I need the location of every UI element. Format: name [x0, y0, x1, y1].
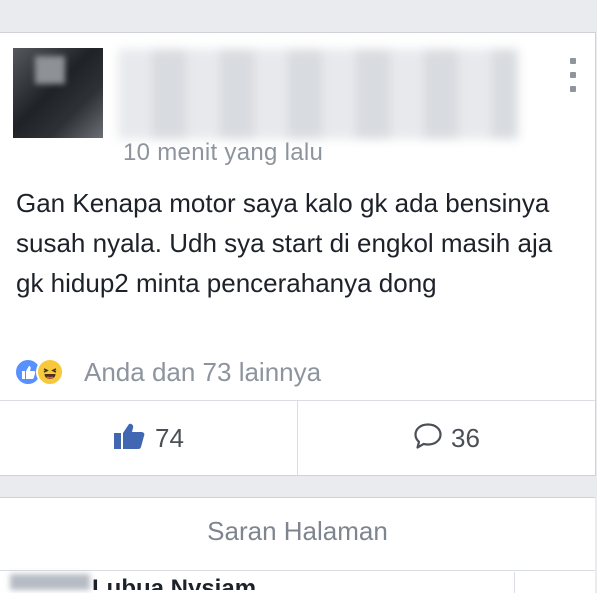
suggested-page-name[interactable]: Lubua Nysiam	[92, 572, 256, 590]
author-name-blurred	[118, 49, 518, 139]
avatar-face-blur	[35, 56, 65, 84]
more-options-icon[interactable]	[566, 58, 580, 92]
like-button[interactable]: 74	[0, 401, 297, 475]
reaction-icons	[14, 357, 78, 387]
suggestions-divider	[0, 570, 595, 571]
post-timestamp[interactable]: 10 menit yang lalu	[123, 139, 323, 167]
comment-count: 36	[451, 422, 480, 453]
post-card: 10 menit yang lalu Gan Kenapa motor saya…	[0, 32, 596, 476]
comment-button[interactable]: 36	[298, 401, 595, 475]
page-suggestions-card: Saran Halaman Lubua Nysiam	[0, 497, 595, 593]
avatar[interactable]	[13, 48, 103, 138]
suggestions-title[interactable]: Saran Halaman	[0, 516, 595, 547]
suggested-page-image-blurred	[10, 574, 90, 590]
reactions-text: Anda dan 73 lainnya	[84, 356, 322, 387]
feed-top-strip	[0, 0, 597, 32]
comment-bubble-icon	[413, 422, 443, 455]
reactions-summary[interactable]: Anda dan 73 lainnya	[14, 356, 321, 388]
haha-reaction-icon	[36, 358, 64, 386]
post-text: Gan Kenapa motor saya kalo gk ada bensin…	[16, 188, 553, 298]
like-count: 74	[155, 422, 184, 453]
suggestion-vertical-divider	[514, 572, 515, 593]
thumbs-up-icon	[113, 421, 147, 456]
